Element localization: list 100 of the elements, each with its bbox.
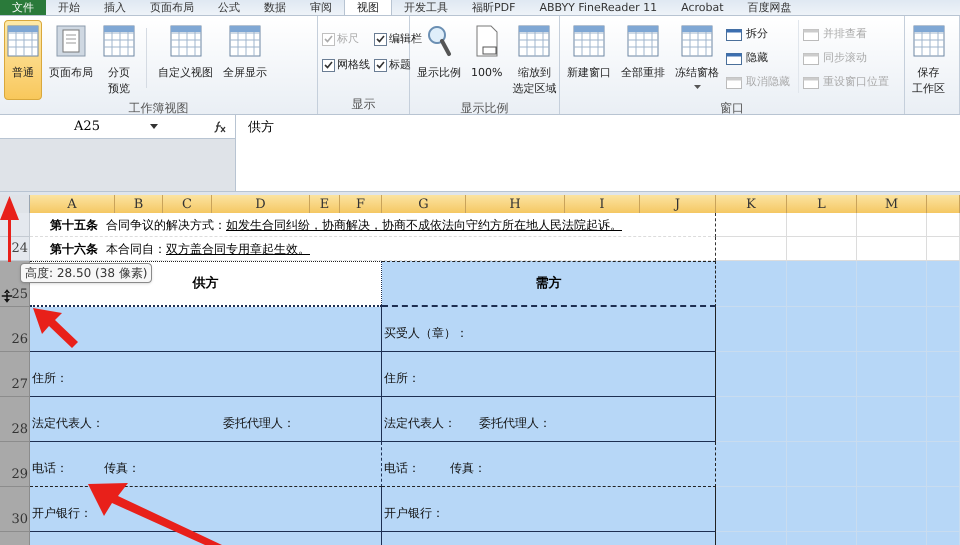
article-text: 如发生合同纠纷，协商解决，协商不成依法向守约方所在地人民法院起诉。 (226, 216, 622, 234)
menu-tab[interactable]: 页面布局 (138, 0, 206, 15)
form-label: 委托代理人： (223, 415, 295, 432)
article-subject: 本合同自： (106, 240, 166, 258)
spreadsheet-icon (681, 25, 713, 57)
ribbon-button[interactable]: 冻结窗格 (672, 20, 722, 100)
row-header[interactable]: 28 (0, 397, 30, 442)
form-label: 住所： (384, 370, 420, 387)
form-label: 住所： (32, 370, 68, 387)
row-header[interactable]: 30 (0, 487, 30, 532)
menu-tab[interactable]: 文件 (0, 0, 46, 15)
page-icon (56, 25, 86, 57)
function-icon[interactable] (213, 120, 227, 132)
window-icon (726, 52, 742, 64)
menu-tab[interactable]: 开始 (46, 0, 92, 15)
menu-tab[interactable]: 福昕PDF (460, 0, 528, 15)
sheet-cell[interactable] (857, 213, 927, 237)
ribbon-button[interactable]: 保存 工作区 (909, 20, 948, 100)
sheet-cell[interactable] (716, 261, 787, 307)
sheet-cell[interactable] (716, 442, 787, 487)
spreadsheet-icon (170, 25, 202, 57)
formula-input[interactable]: 供方 (235, 115, 960, 191)
menu-tab[interactable]: 数据 (252, 0, 298, 15)
ribbon-button[interactable]: 普通 (4, 20, 42, 100)
ribbon-button[interactable]: 全部重排 (618, 20, 668, 100)
spreadsheet-icon (518, 25, 550, 57)
buyer-header-cell[interactable]: 需方 (382, 261, 716, 307)
row-header[interactable]: 27 (0, 352, 30, 397)
menu-tab[interactable]: 百度网盘 (736, 0, 804, 15)
ribbon-small-button[interactable]: 拆分 (726, 24, 790, 45)
caret-icon (694, 85, 700, 89)
article-number: 第十五条 (50, 216, 98, 234)
magnifier-icon (426, 25, 452, 57)
checkbox[interactable]: 网格线 (322, 58, 370, 72)
sheet-cell[interactable] (857, 237, 927, 261)
page-icon (474, 25, 500, 57)
form-label: 传真： (450, 460, 486, 477)
ribbon-button[interactable]: 100% (468, 20, 506, 100)
form-cell[interactable]: 法定代表人： 委托代理人： (30, 397, 382, 442)
menu-tab[interactable]: 插入 (92, 0, 138, 15)
menu-tab[interactable]: 视图 (344, 0, 392, 15)
row-header[interactable]: 26 (0, 307, 30, 352)
window-icon (803, 28, 819, 40)
form-cell[interactable] (30, 307, 382, 352)
resize-cursor-icon (1, 289, 13, 303)
checkbox[interactable]: 编辑栏 (374, 32, 422, 46)
sheet-cell[interactable] (716, 213, 787, 237)
form-cell[interactable]: 法定代表人： 委托代理人： (382, 397, 716, 442)
sheet-cell[interactable] (716, 397, 787, 442)
sheet-cell[interactable] (716, 237, 787, 261)
menu-tab[interactable]: 审阅 (298, 0, 344, 15)
row-header[interactable]: 24 (0, 237, 30, 261)
check-icon (324, 35, 333, 43)
form-label: 法定代表人： (384, 415, 457, 432)
form-cell[interactable]: 住所： (30, 352, 382, 397)
form-cell[interactable]: 开户银行： (30, 487, 382, 532)
ribbon-button[interactable]: 全屏显示 (220, 20, 270, 100)
sheet-cell[interactable] (716, 487, 787, 532)
menu-tab[interactable]: 开发工具 (392, 0, 460, 15)
form-cell[interactable]: 电话： 传真： (382, 442, 716, 487)
spreadsheet-icon (573, 25, 605, 57)
window-icon (803, 52, 819, 64)
ribbon-button[interactable]: 分页 预览 (100, 20, 138, 100)
menu-tab[interactable]: ABBYY FineReader 11 (527, 0, 670, 15)
group-title: 显示比例 (460, 100, 510, 116)
article-number: 第十六条 (50, 240, 98, 258)
sheet-cell[interactable] (857, 261, 927, 307)
window-icon (803, 76, 819, 88)
sheet-cell[interactable] (927, 213, 960, 237)
sheet-cell[interactable] (716, 307, 787, 352)
check-icon (376, 35, 385, 43)
form-cell[interactable]: 开户银行： (382, 487, 716, 532)
spreadsheet-icon (7, 25, 39, 57)
sheet-cell[interactable]: 第十六条 本合同自：双方盖合同专用章起生效。 (30, 237, 716, 261)
form-label: 委托代理人： (479, 415, 551, 432)
form-label: 电话： (384, 460, 421, 477)
ribbon-button[interactable]: 自定义视图 (155, 20, 216, 100)
sheet-cell[interactable]: 第十五条 合同争议的解决方式：如发生合同纠纷，协商解决，协商不成依法向守约方所在地人民法院起诉。 (30, 213, 716, 237)
sheet-cell[interactable] (716, 352, 787, 397)
ribbon-button[interactable]: 缩放到 选定区域 (509, 20, 560, 100)
group-title: 工作簿视图 (128, 100, 190, 116)
menu-tab[interactable]: Acrobat (669, 0, 736, 15)
sheet-cell[interactable] (787, 237, 857, 261)
form-label: 开户银行： (32, 505, 92, 522)
sheet-cell[interactable] (787, 261, 857, 307)
form-cell[interactable]: 买受人（章）： (382, 307, 716, 352)
ribbon-button[interactable]: 新建窗口 (564, 20, 614, 100)
dropdown-caret-icon[interactable] (150, 124, 158, 129)
row-header[interactable]: 29 (0, 442, 30, 487)
menu-tab[interactable]: 公式 (206, 0, 252, 15)
sheet-cell[interactable] (787, 213, 857, 237)
ribbon-small-button[interactable]: 隐藏 (726, 48, 790, 69)
form-cell[interactable]: 电话： 传真： (30, 442, 382, 487)
article-subject: 合同争议的解决方式： (106, 216, 226, 234)
sheet-cell[interactable] (927, 237, 960, 261)
form-cell[interactable]: 住所： (382, 352, 716, 397)
spreadsheet-icon (912, 25, 944, 57)
window-icon (726, 76, 742, 88)
ribbon-button[interactable]: 页面布局 (46, 20, 96, 100)
sheet-cell[interactable] (927, 261, 960, 307)
